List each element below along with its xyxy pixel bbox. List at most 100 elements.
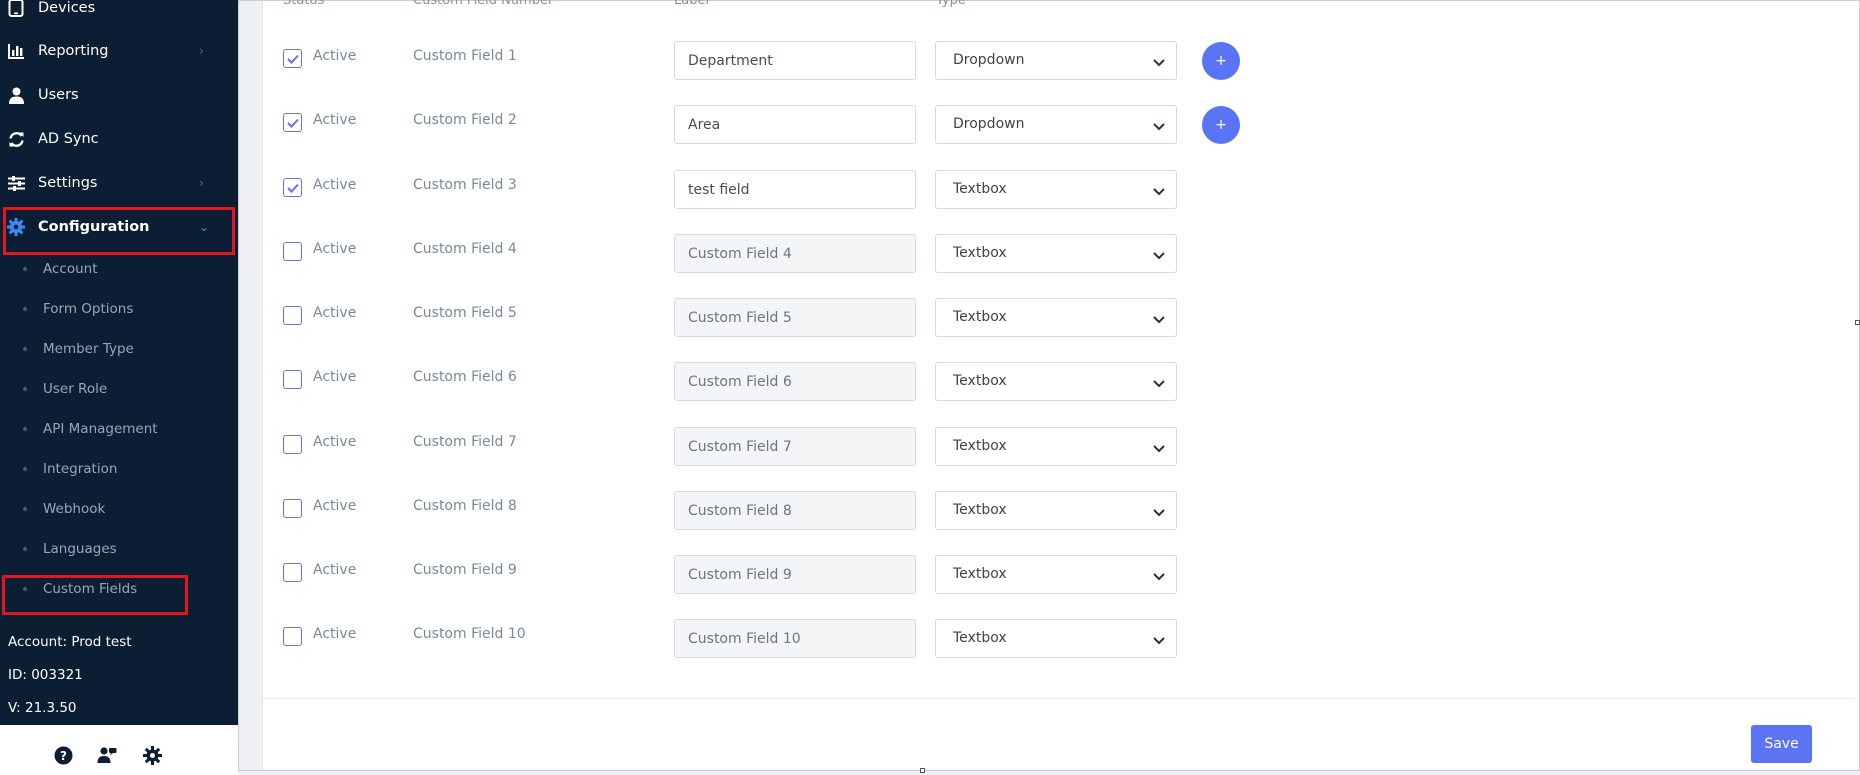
configuration-highlight-box (3, 207, 235, 255)
submenu-label-form-options: Form Options (43, 301, 134, 317)
label-input[interactable] (674, 362, 916, 401)
nav-item-ad-sync[interactable]: AD Sync (0, 119, 238, 159)
table-row: Active Custom Field 6 Textbox (262, 362, 1262, 402)
status-label: Active (313, 562, 357, 578)
active-checkbox[interactable] (283, 499, 302, 518)
resize-handle-right[interactable] (1855, 320, 1860, 325)
custom-field-number: Custom Field 9 (413, 562, 517, 578)
add-option-button[interactable]: + (1202, 42, 1240, 80)
label-input[interactable] (674, 234, 916, 273)
user-switch-icon[interactable] (97, 745, 117, 765)
status-label: Active (313, 305, 357, 321)
label-input[interactable] (674, 170, 916, 209)
table-row: Active Custom Field 4 Textbox (262, 234, 1262, 274)
chevron-right-icon: › (199, 44, 204, 58)
resize-handle-bottom[interactable] (920, 768, 925, 773)
label-input[interactable] (674, 619, 916, 658)
sliders-icon (7, 174, 25, 192)
submenu-label-member-type: Member Type (43, 341, 134, 357)
label-input[interactable] (674, 298, 916, 337)
save-button[interactable]: Save (1751, 725, 1812, 763)
status-label: Active (313, 626, 357, 642)
type-select[interactable]: Dropdown (935, 41, 1177, 80)
submenu-item-account[interactable]: Account (0, 254, 238, 284)
submenu-label-account: Account (43, 261, 98, 277)
table-row: Active Custom Field 7 Textbox (262, 427, 1262, 467)
custom-field-number: Custom Field 3 (413, 177, 517, 193)
type-select-value: Textbox (953, 309, 1007, 325)
checkmark-icon (286, 183, 299, 193)
chevron-down-icon (1152, 54, 1166, 68)
bullet-dot (23, 547, 27, 551)
help-icon[interactable]: ? (53, 745, 73, 765)
bullet-dot (23, 507, 27, 511)
type-select[interactable]: Textbox (935, 427, 1177, 466)
type-select-value: Textbox (953, 630, 1007, 646)
type-select[interactable]: Textbox (935, 555, 1177, 594)
type-select[interactable]: Textbox (935, 619, 1177, 658)
nav-label-users: Users (38, 87, 79, 103)
label-input[interactable] (674, 41, 916, 80)
type-select-value: Textbox (953, 566, 1007, 582)
submenu-item-api-management[interactable]: API Management (0, 414, 238, 444)
type-select[interactable]: Textbox (935, 491, 1177, 530)
nav-item-reporting[interactable]: Reporting › (0, 31, 238, 71)
settings-gear-icon[interactable] (142, 745, 162, 765)
custom-fields-highlight-box (2, 575, 188, 615)
active-checkbox[interactable] (283, 370, 302, 389)
type-select[interactable]: Textbox (935, 234, 1177, 273)
chevron-down-icon (1152, 440, 1166, 454)
header-label: Label (674, 0, 710, 8)
app-root: Devices Reporting › Users AD Sync Settin… (0, 0, 1860, 775)
submenu-item-webhook[interactable]: Webhook (0, 494, 238, 524)
chevron-down-icon (1152, 183, 1166, 197)
type-select[interactable]: Textbox (935, 298, 1177, 337)
submenu-item-form-options[interactable]: Form Options (0, 294, 238, 324)
nav-item-settings[interactable]: Settings › (0, 163, 238, 203)
table-row: Active Custom Field 2 Dropdown + (262, 105, 1262, 145)
label-input[interactable] (674, 555, 916, 594)
type-select[interactable]: Textbox (935, 362, 1177, 401)
nav-label-devices: Devices (38, 0, 96, 16)
submenu-item-user-role[interactable]: User Role (0, 374, 238, 404)
custom-field-number: Custom Field 2 (413, 112, 517, 128)
nav-item-users[interactable]: Users (0, 75, 238, 115)
chevron-down-icon (1152, 118, 1166, 132)
chevron-down-icon (1152, 311, 1166, 325)
type-select[interactable]: Dropdown (935, 105, 1177, 144)
label-input[interactable] (674, 427, 916, 466)
status-label: Active (313, 434, 357, 450)
status-label: Active (313, 177, 357, 193)
add-option-button[interactable]: + (1202, 106, 1240, 144)
type-select-value: Dropdown (953, 52, 1025, 68)
type-select[interactable]: Textbox (935, 170, 1177, 209)
status-label: Active (313, 112, 357, 128)
type-select-value: Textbox (953, 373, 1007, 389)
header-field-number: Custom Field Number (413, 0, 554, 8)
chevron-down-icon (1152, 247, 1166, 261)
nav-item-devices[interactable]: Devices (0, 0, 238, 28)
sidebar-footer (0, 725, 238, 775)
checkmark-icon (286, 118, 299, 128)
label-input[interactable] (674, 491, 916, 530)
active-checkbox[interactable] (283, 306, 302, 325)
label-input[interactable] (674, 105, 916, 144)
sync-icon (7, 130, 25, 148)
active-checkbox[interactable] (283, 242, 302, 261)
table-row: Active Custom Field 9 Textbox (262, 555, 1262, 595)
active-checkbox[interactable] (283, 563, 302, 582)
table-row: Active Custom Field 10 Textbox (262, 619, 1262, 659)
submenu-item-languages[interactable]: Languages (0, 534, 238, 564)
submenu-item-integration[interactable]: Integration (0, 454, 238, 484)
nav-label-ad-sync: AD Sync (38, 131, 99, 147)
user-icon (7, 86, 25, 104)
active-checkbox[interactable] (283, 113, 302, 132)
active-checkbox[interactable] (283, 49, 302, 68)
submenu-item-member-type[interactable]: Member Type (0, 334, 238, 364)
status-label: Active (313, 498, 357, 514)
submenu-label-user-role: User Role (43, 381, 108, 397)
active-checkbox[interactable] (283, 627, 302, 646)
active-checkbox[interactable] (283, 178, 302, 197)
active-checkbox[interactable] (283, 435, 302, 454)
type-select-value: Textbox (953, 245, 1007, 261)
